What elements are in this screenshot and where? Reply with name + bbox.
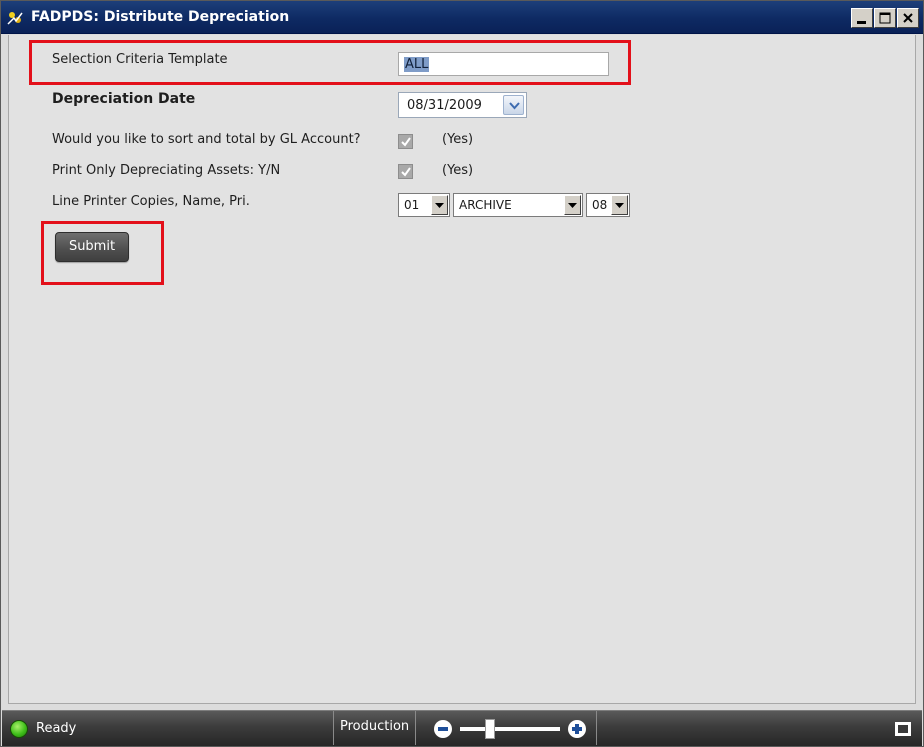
zoom-out-icon[interactable]: [434, 720, 452, 738]
print-only-depreciating-label: Print Only Depreciating Assets: Y/N: [52, 163, 281, 178]
fullscreen-icon[interactable]: [894, 721, 912, 737]
sort-by-gl-checkbox[interactable]: [398, 134, 413, 149]
form-area: Selection Criteria Template ALL Deprecia…: [8, 35, 916, 704]
minimize-button[interactable]: [851, 8, 873, 28]
sort-by-gl-label: Would you like to sort and total by GL A…: [52, 132, 361, 147]
printer-copies-dropdown[interactable]: [431, 195, 448, 215]
status-separator: [596, 711, 597, 745]
print-only-depreciating-value: (Yes): [442, 163, 474, 178]
line-printer-label: Line Printer Copies, Name, Pri.: [52, 194, 250, 209]
selection-template-label: Selection Criteria Template: [52, 52, 228, 67]
close-icon: [903, 13, 913, 23]
printer-priority-value: 08: [592, 198, 608, 212]
zoom-slider-track[interactable]: [460, 727, 560, 731]
maximize-icon: [879, 12, 891, 24]
printer-priority-select[interactable]: 08: [586, 193, 630, 217]
printer-priority-dropdown[interactable]: [611, 195, 628, 215]
submit-button[interactable]: Submit: [55, 232, 129, 262]
chevron-down-icon: [509, 102, 520, 110]
environment-label: Production: [333, 711, 417, 745]
selection-template-input[interactable]: ALL: [398, 52, 609, 76]
printer-name-dropdown[interactable]: [564, 195, 581, 215]
window-controls: [851, 8, 919, 28]
depreciation-date-value: 08/31/2009: [407, 98, 482, 113]
dropdown-arrow-icon: [615, 203, 624, 208]
dropdown-arrow-icon: [568, 203, 577, 208]
app-icon: [7, 12, 23, 25]
dropdown-arrow-icon: [435, 203, 444, 208]
printer-copies-value: 01: [404, 198, 420, 212]
printer-name-select[interactable]: ARCHIVE: [453, 193, 583, 217]
selection-template-value: ALL: [404, 57, 430, 72]
checkbox-check-icon: [401, 167, 411, 177]
title-bar[interactable]: FADPDS: Distribute Depreciation: [1, 1, 923, 34]
printer-name-value: ARCHIVE: [459, 198, 512, 212]
checkbox-check-icon: [401, 137, 411, 147]
status-ready-icon: [10, 720, 28, 738]
depreciation-date-select[interactable]: 08/31/2009: [398, 92, 527, 118]
maximize-button[interactable]: [874, 8, 896, 28]
print-only-depreciating-checkbox[interactable]: [398, 164, 413, 179]
printer-copies-select[interactable]: 01: [398, 193, 450, 217]
zoom-in-icon[interactable]: [568, 720, 586, 738]
depreciation-date-label: Depreciation Date: [52, 91, 196, 107]
sort-by-gl-value: (Yes): [442, 132, 474, 147]
zoom-slider-thumb[interactable]: [485, 719, 495, 739]
date-dropdown-button[interactable]: [503, 95, 524, 115]
minimize-icon: [857, 21, 866, 24]
application-window: FADPDS: Distribute Depreciation Selectio…: [0, 0, 924, 747]
window-title: FADPDS: Distribute Depreciation: [31, 9, 290, 25]
status-bar: Ready Production: [2, 710, 922, 746]
status-text: Ready: [36, 721, 77, 736]
close-button[interactable]: [897, 8, 919, 28]
